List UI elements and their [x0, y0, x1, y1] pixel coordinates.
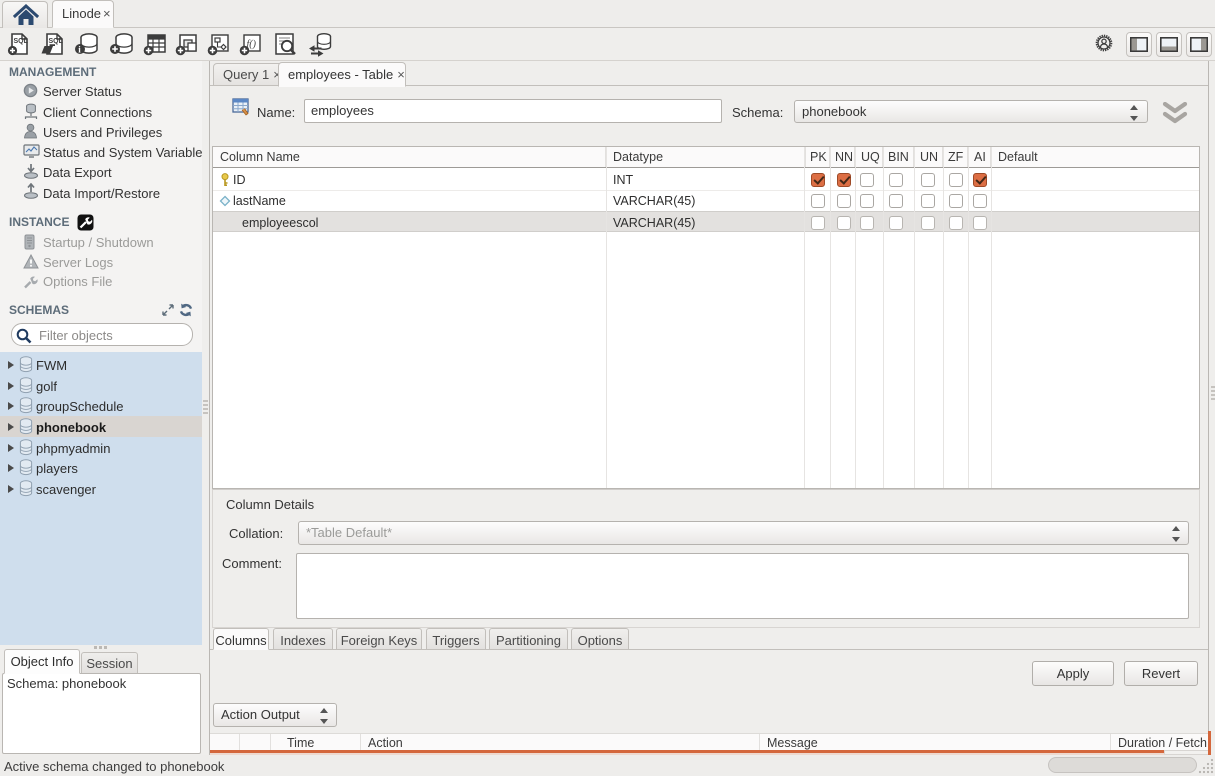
svg-text:SQL: SQL: [49, 38, 64, 45]
svg-text:SQL: SQL: [14, 38, 29, 45]
